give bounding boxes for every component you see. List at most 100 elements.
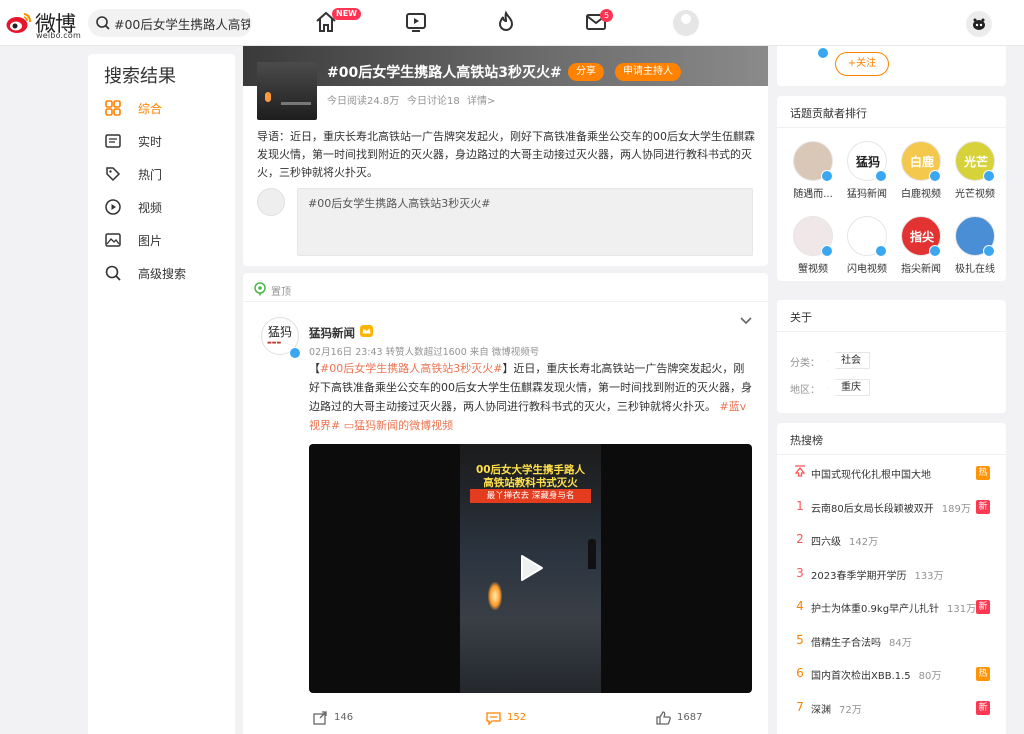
- verified-icon: [983, 170, 995, 182]
- hot-search-count: 131万: [947, 604, 977, 615]
- hot-rank: 5: [796, 632, 804, 647]
- like-button[interactable]: 1687: [656, 709, 736, 727]
- contributor-item[interactable]: 光芒 光芒视频: [948, 141, 1002, 201]
- verified-icon: [929, 245, 941, 257]
- repost-button[interactable]: 146: [313, 709, 393, 727]
- search-box[interactable]: [88, 9, 252, 37]
- divider: [777, 454, 1006, 455]
- region-tag[interactable]: 重庆: [828, 379, 870, 396]
- hot-search-count: 72万: [839, 704, 862, 716]
- contributor-name: 指尖新闻: [901, 264, 941, 275]
- verified-icon: [821, 245, 833, 257]
- hot-search-badge: 新: [976, 700, 990, 715]
- hot-search-item[interactable]: 6 国内首次检出XBB.1.5 80万 热: [777, 663, 1006, 683]
- verified-icon: [929, 170, 941, 182]
- user-avatar[interactable]: [673, 10, 699, 36]
- category-tag[interactable]: 社会: [828, 352, 870, 369]
- sidebar-item-images[interactable]: 图片: [104, 230, 224, 250]
- host-card: +关注: [777, 46, 1006, 86]
- post-text-bracket: 【: [309, 362, 320, 375]
- verified-icon: [983, 245, 995, 257]
- hot-search-item[interactable]: 3 2023春季学期开学历 133万: [777, 563, 1006, 583]
- hot-search-count: 142万: [849, 537, 879, 548]
- category-key: 分类：: [790, 358, 820, 369]
- pinned-top-icon: [793, 465, 807, 480]
- like-count: 1687: [677, 712, 703, 723]
- contributor-item[interactable]: 指尖 指尖新闻: [894, 216, 948, 276]
- share-button[interactable]: 分享: [568, 63, 604, 81]
- post-video-link[interactable]: 猛犸新闻的微博视频: [354, 419, 453, 432]
- topic-thumbnail[interactable]: [257, 62, 317, 120]
- grid-icon: [105, 100, 121, 116]
- hot-search-badge: 新: [976, 600, 990, 614]
- video-caption-3: 最丫掸衣去 深藏身与名: [470, 489, 591, 503]
- realtime-icon: [105, 134, 121, 148]
- pinned-post-card: 置顶 猛犸 ▬▬▬ 猛犸新闻 02月16日 23:43 转赞人数超过1600 来…: [243, 273, 768, 734]
- topic-intro: 导语：近日，重庆长寿北高铁站一广告牌突发起火，刚好下高铁准备乘坐公交车的00后女…: [257, 130, 755, 179]
- hot-rank: 1: [796, 498, 804, 513]
- robot-assistant-button[interactable]: [966, 11, 992, 37]
- chevron-down-icon[interactable]: [739, 313, 753, 327]
- comment-button[interactable]: 152: [486, 709, 566, 727]
- topic-discussions: 今日讨论18: [407, 96, 460, 107]
- hot-search-text: 护士为体重0.9kg早产儿扎针: [811, 604, 940, 615]
- post-hashtag[interactable]: #00后女学生携路人高铁站3秒灭火#: [320, 362, 502, 375]
- verified-icon: [289, 347, 301, 359]
- hot-search-item[interactable]: 4 护士为体重0.9kg早产儿扎针 131万新: [777, 596, 1006, 616]
- sidebar-item-label: 图片: [138, 234, 163, 248]
- topic-title[interactable]: #00后女学生携路人高铁站3秒灭火#: [327, 62, 562, 82]
- search-input[interactable]: [114, 9, 250, 37]
- hot-search-title: 中国式现代化扎根中国大地: [811, 466, 931, 481]
- hot-search-text: 2023春季学期开学历: [811, 570, 907, 582]
- region-key: 地区：: [790, 385, 820, 396]
- topic-reads: 今日阅读24.8万: [327, 96, 400, 107]
- hot-search-count: 133万: [914, 570, 944, 582]
- repost-icon: [313, 711, 327, 725]
- hot-search-title: 护士为体重0.9kg早产儿扎针 131万: [811, 600, 976, 615]
- video-tv-icon[interactable]: [404, 10, 428, 34]
- top-navbar: 微博 weibo.com NEW 5: [0, 0, 1024, 46]
- contributor-item[interactable]: 闪电视频: [840, 216, 894, 276]
- topic-comment-input[interactable]: #00后女学生携路人高铁站3秒灭火#: [297, 188, 753, 256]
- thumbs-up-icon: [656, 711, 671, 725]
- hot-search-title: 四六级 142万: [811, 533, 878, 548]
- sidebar-item-comprehensive[interactable]: 综合: [104, 98, 224, 118]
- verified-icon: [817, 47, 829, 59]
- verified-icon: [821, 170, 833, 182]
- play-icon[interactable]: [512, 550, 548, 586]
- hot-search-count: 189万: [941, 503, 971, 515]
- search-sidebar: 搜索结果 综合 实时 热门 视频 图片 高级搜索: [88, 54, 235, 734]
- sidebar-item-realtime[interactable]: 实时: [104, 131, 224, 151]
- hot-search-item[interactable]: 5 借精生子合法吗 84万: [777, 630, 1006, 650]
- sidebar-item-video[interactable]: 视频: [104, 197, 224, 217]
- hot-search-title: 2023春季学期开学历 133万: [811, 567, 944, 582]
- hot-search-item[interactable]: 7 深渊 72万 新: [777, 697, 1006, 717]
- hot-search-card: 热搜榜 中国式现代化扎根中国大地热 1 云南80后女局长段颖被双开 189万新 2 四六级…: [777, 423, 1006, 734]
- follow-button[interactable]: +关注: [835, 52, 889, 76]
- sidebar-item-hot[interactable]: 热门: [104, 164, 224, 184]
- contributor-item[interactable]: 白鹿 白鹿视频: [894, 141, 948, 201]
- hot-search-text: 云南80后女局长段颖被双开: [811, 503, 934, 515]
- sidebar-item-advanced-search[interactable]: 高级搜索: [104, 263, 224, 283]
- hot-flame-icon[interactable]: [494, 10, 518, 34]
- weibo-logo[interactable]: 微博 weibo.com: [6, 8, 86, 40]
- verified-icon: [875, 245, 887, 257]
- contributor-item[interactable]: 极扎在线: [948, 216, 1002, 276]
- comment-icon: [486, 712, 501, 725]
- contributor-item[interactable]: 蟹视频: [786, 216, 840, 276]
- contributor-item[interactable]: 随遇而...: [786, 141, 840, 201]
- topic-detail-link[interactable]: 详情>: [467, 92, 495, 107]
- apply-host-button[interactable]: 申请主持人: [615, 63, 681, 81]
- contributor-name: 蟹视频: [798, 264, 828, 275]
- video-icon: [105, 199, 121, 215]
- hot-search-item[interactable]: 中国式现代化扎根中国大地 热: [777, 462, 1006, 482]
- hot-search-title: 国内首次检出XBB.1.5 80万: [811, 667, 941, 682]
- hot-rank: 6: [796, 666, 804, 680]
- hot-search-item[interactable]: 2 四六级 142万: [777, 529, 1006, 549]
- post-author-name[interactable]: 猛犸新闻: [309, 325, 355, 341]
- video-player[interactable]: 00后女大学生携手路人 高铁站教科书式灭火 最丫掸衣去 深藏身与名: [309, 444, 752, 693]
- hot-search-title: 云南80后女局长段颖被双开 189万: [811, 500, 971, 515]
- contributor-item[interactable]: 猛犸 猛犸新闻: [840, 141, 894, 201]
- image-icon: [105, 233, 121, 247]
- hot-search-item[interactable]: 1 云南80后女局长段颖被双开 189万新: [777, 496, 1006, 516]
